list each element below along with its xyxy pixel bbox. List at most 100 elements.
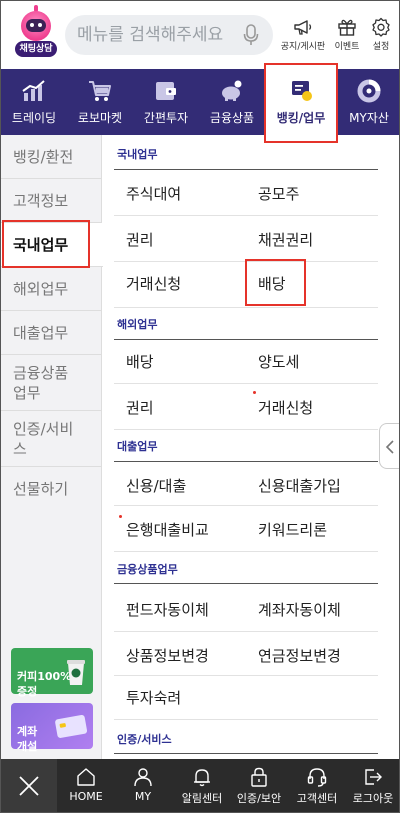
menu-item-bank-loan-compare[interactable]: 은행대출비교: [126, 519, 209, 540]
row-divider: [114, 307, 378, 308]
chatbot-button[interactable]: 채팅상담: [11, 5, 61, 61]
menu-item-rights[interactable]: 권리: [126, 229, 154, 250]
sidebar-item-loan[interactable]: 대출업무: [1, 311, 102, 355]
nav-robomarket-label: 로보마켓: [77, 111, 123, 125]
bottom-home-label: HOME: [69, 790, 103, 803]
row-divider: [114, 719, 378, 720]
nav-financial-products[interactable]: 금융상품: [199, 69, 265, 135]
bell-icon: [194, 769, 210, 787]
nav-banking-label: 뱅킹/업무: [276, 111, 326, 125]
chatbot-face: [26, 19, 46, 32]
nav-simple-invest-label: 간편투자: [143, 111, 189, 125]
sidebar-item-banking-exchange[interactable]: 뱅킹/환전: [1, 135, 102, 179]
menu-item-stock-lending[interactable]: 주식대여: [126, 183, 181, 204]
section-divider: [114, 339, 378, 340]
promo-coffee-banner[interactable]: 커피100% 증정: [11, 648, 93, 698]
nav-financial-products-label: 금융상품: [209, 111, 255, 125]
promo-account-text: 계좌 개설: [17, 725, 38, 753]
chatbot-label: 채팅상담: [15, 41, 57, 57]
chatbot-eye-right: [38, 23, 42, 27]
bottom-customer-center[interactable]: 고객센터: [289, 759, 345, 812]
person-icon: [134, 768, 152, 787]
menu-item-trade-request[interactable]: 거래신청: [126, 273, 181, 294]
bottom-auth-security[interactable]: 인증/보안: [231, 759, 287, 812]
row-divider: [114, 215, 378, 216]
nav-trading[interactable]: 트레이딩: [1, 69, 67, 135]
section-title-overseas: 해외업무: [117, 318, 158, 331]
section-title-loan: 대출업무: [117, 440, 158, 453]
settings-button[interactable]: 설정: [367, 17, 395, 57]
sidebar-item-customer-info[interactable]: 고객정보: [1, 179, 102, 223]
wallet-icon: [156, 82, 176, 100]
search-input[interactable]: [77, 15, 237, 55]
sidebar-item-auth-service[interactable]: 인증/서비 스: [1, 411, 102, 467]
menu-item-overseas-trade-request[interactable]: 거래신청: [258, 397, 313, 418]
coffee-cup-icon: [67, 660, 85, 685]
lock-icon: [251, 767, 267, 787]
nav-robomarket[interactable]: 로보마켓: [67, 69, 133, 135]
menu-item-credit-loan-signup[interactable]: 신용대출가입: [258, 475, 341, 496]
close-button[interactable]: [1, 759, 57, 812]
notice-board-label: 공지/게시판: [280, 42, 326, 52]
new-dot-indicator: [253, 391, 256, 394]
menu-item-product-info-change[interactable]: 상품정보변경: [126, 645, 209, 666]
menu-item-bond-rights[interactable]: 채권권리: [258, 229, 313, 250]
menu-item-credit-loan[interactable]: 신용/대출: [126, 475, 186, 496]
menu-content: 국내업무 주식대여 공모주 권리 채권권리 거래신청 배당 해외업무 배당 양도…: [102, 135, 399, 759]
section-title-domestic: 국내업무: [117, 148, 158, 161]
side-drawer-handle[interactable]: [379, 423, 399, 469]
section-divider: [114, 753, 378, 754]
nav-trading-label: 트레이딩: [11, 111, 57, 125]
bank-document-icon: [292, 81, 312, 101]
menu-item-ipo[interactable]: 공모주: [258, 183, 299, 204]
menu-item-dividend[interactable]: 배당: [258, 273, 286, 294]
gear-icon: [372, 17, 390, 37]
sidebar-item-domestic[interactable]: 국내업무: [1, 223, 103, 267]
mic-icon[interactable]: [243, 24, 259, 46]
bottom-logout[interactable]: 로그아웃: [347, 759, 399, 812]
promo-account-banner[interactable]: 계좌 개설: [11, 703, 93, 753]
donut-chart-icon: [357, 79, 381, 103]
chart-icon: [22, 80, 45, 101]
row-divider: [114, 261, 378, 262]
bottom-home[interactable]: HOME: [59, 759, 113, 812]
nav-banking[interactable]: 뱅킹/업무: [265, 69, 337, 135]
megaphone-icon: [294, 20, 312, 35]
row-divider: [114, 631, 378, 632]
main-nav: 트레이딩 로보마켓 간편투자 금융상품 뱅킹/업무 MY자산: [1, 69, 399, 135]
nav-my-assets-label: MY자산: [349, 111, 389, 125]
menu-item-keyword-loan[interactable]: 키워드리론: [258, 519, 327, 540]
nav-my-assets[interactable]: MY자산: [337, 69, 399, 135]
notice-board-button[interactable]: 공지/게시판: [277, 17, 329, 57]
home-icon: [77, 768, 95, 786]
chatbot-eye-left: [30, 23, 34, 27]
row-divider: [114, 675, 378, 676]
sidebar-item-overseas[interactable]: 해외업무: [1, 267, 102, 311]
sidebar-item-gift[interactable]: 선물하기: [1, 467, 102, 511]
sidebar: 뱅킹/환전 고객정보 국내업무 해외업무 대출업무 금융상품 업무 인증/서비 …: [1, 135, 103, 759]
section-divider: [114, 583, 378, 584]
nav-simple-invest[interactable]: 간편투자: [133, 69, 199, 135]
bottom-my[interactable]: MY: [117, 759, 169, 812]
event-label: 이벤트: [334, 42, 360, 52]
headset-icon: [307, 768, 327, 787]
gift-icon: [338, 19, 356, 36]
section-divider: [114, 461, 378, 462]
row-divider: [114, 505, 378, 506]
piggy-bank-icon: [222, 80, 242, 101]
bottom-logout-label: 로그아웃: [352, 792, 394, 805]
sidebar-item-financial-products[interactable]: 금융상품 업무: [1, 355, 102, 411]
bottom-notification-center[interactable]: 알림센터: [175, 759, 229, 812]
menu-item-account-auto-transfer[interactable]: 계좌자동이체: [258, 599, 341, 620]
menu-item-pension-info-change[interactable]: 연금정보변경: [258, 645, 341, 666]
row-divider: [114, 429, 378, 430]
menu-item-investment-cooling-off[interactable]: 투자숙려: [126, 687, 181, 708]
menu-item-capital-gains-tax[interactable]: 양도세: [258, 351, 299, 372]
promo-coffee-text: 커피100% 증정: [17, 670, 72, 698]
menu-item-overseas-dividend[interactable]: 배당: [126, 351, 154, 372]
search-box[interactable]: [65, 15, 273, 55]
menu-item-overseas-rights[interactable]: 권리: [126, 397, 154, 418]
event-button[interactable]: 이벤트: [329, 17, 365, 57]
close-icon: [19, 776, 39, 796]
menu-item-fund-auto-transfer[interactable]: 펀드자동이체: [126, 599, 209, 620]
